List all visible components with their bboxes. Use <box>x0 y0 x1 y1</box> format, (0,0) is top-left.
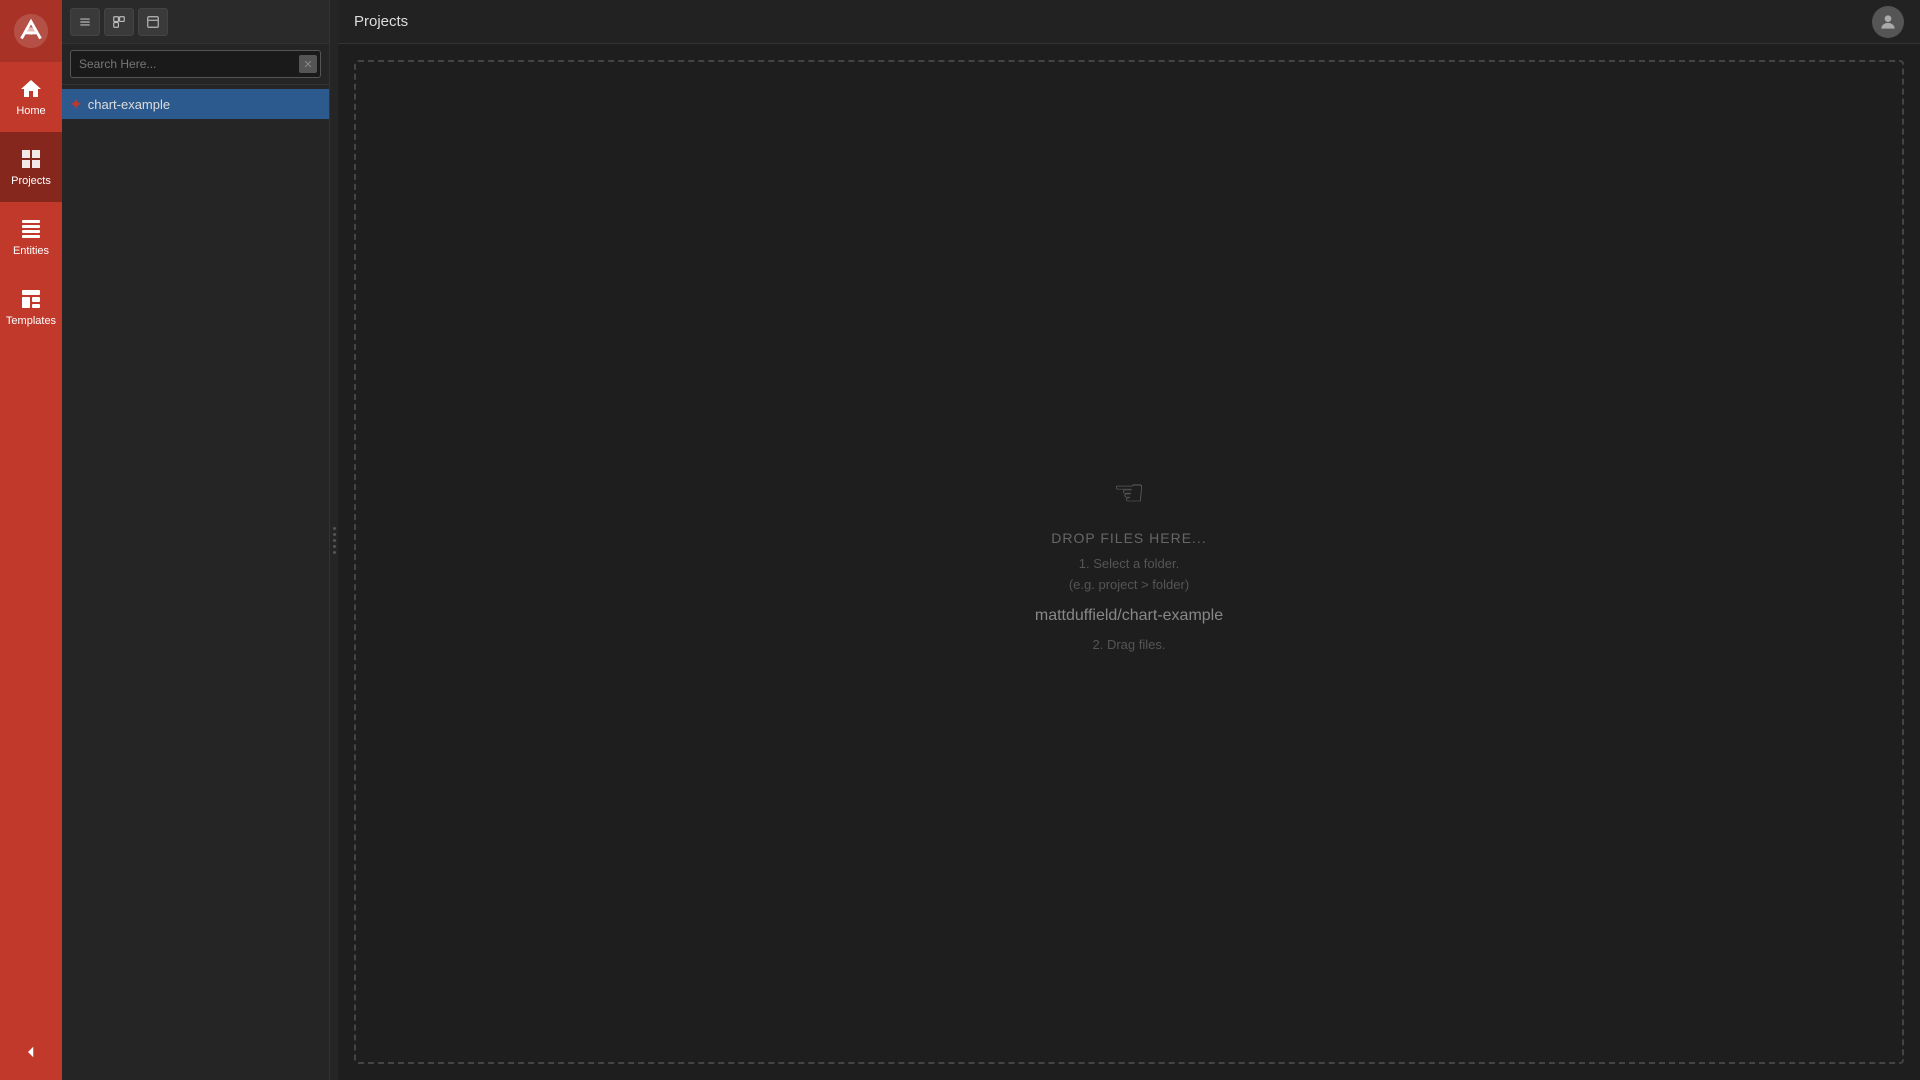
toolbar-button-1[interactable] <box>70 8 100 36</box>
drop-text-main: DROP FILES HERE... <box>1051 530 1206 546</box>
resize-dot <box>333 533 336 536</box>
resize-dot <box>333 539 336 542</box>
header-right <box>1872 6 1904 38</box>
panel-toolbar <box>62 0 329 44</box>
search-container: ✕ <box>62 44 329 85</box>
sidebar-item-projects[interactable]: Projects <box>0 132 62 202</box>
resize-dot <box>333 527 336 530</box>
sidebar-item-entities[interactable]: Entities <box>0 202 62 272</box>
project-item-chart-example[interactable]: ✦ chart-example <box>62 89 329 119</box>
sidebar-item-home[interactable]: Home <box>0 62 62 132</box>
main-content: Projects ☜ DROP FILES HERE... 1. Select … <box>338 0 1920 1080</box>
drop-project-name: mattduffield/chart-example <box>1035 607 1223 625</box>
sidebar: Home Projects Entities Templates <box>0 0 62 1080</box>
toolbar-button-3[interactable] <box>138 8 168 36</box>
sidebar-bottom <box>0 1034 62 1070</box>
page-title: Projects <box>354 13 408 30</box>
drop-zone[interactable]: ☜ DROP FILES HERE... 1. Select a folder.… <box>354 60 1904 1064</box>
app-logo[interactable] <box>0 0 62 62</box>
project-item-icon: ✦ <box>70 96 82 113</box>
toolbar-button-2[interactable] <box>104 8 134 36</box>
resize-handle[interactable] <box>330 0 338 1080</box>
main-header: Projects <box>338 0 1920 44</box>
panel: ✕ ✦ chart-example <box>62 0 330 1080</box>
resize-dot <box>333 545 336 548</box>
sidebar-item-templates[interactable]: Templates <box>0 272 62 342</box>
drop-hand-icon: ☜ <box>1113 472 1145 514</box>
project-item-label: chart-example <box>88 97 170 112</box>
resize-dot <box>333 551 336 554</box>
drop-step1: 1. Select a folder. (e.g. project > fold… <box>1069 554 1189 596</box>
drop-step2: 2. Drag files. <box>1093 637 1166 652</box>
search-clear-button[interactable]: ✕ <box>299 55 317 73</box>
sidebar-collapse-button[interactable] <box>0 1034 62 1070</box>
search-input[interactable] <box>70 50 321 78</box>
user-avatar[interactable] <box>1872 6 1904 38</box>
project-list: ✦ chart-example <box>62 85 329 1080</box>
